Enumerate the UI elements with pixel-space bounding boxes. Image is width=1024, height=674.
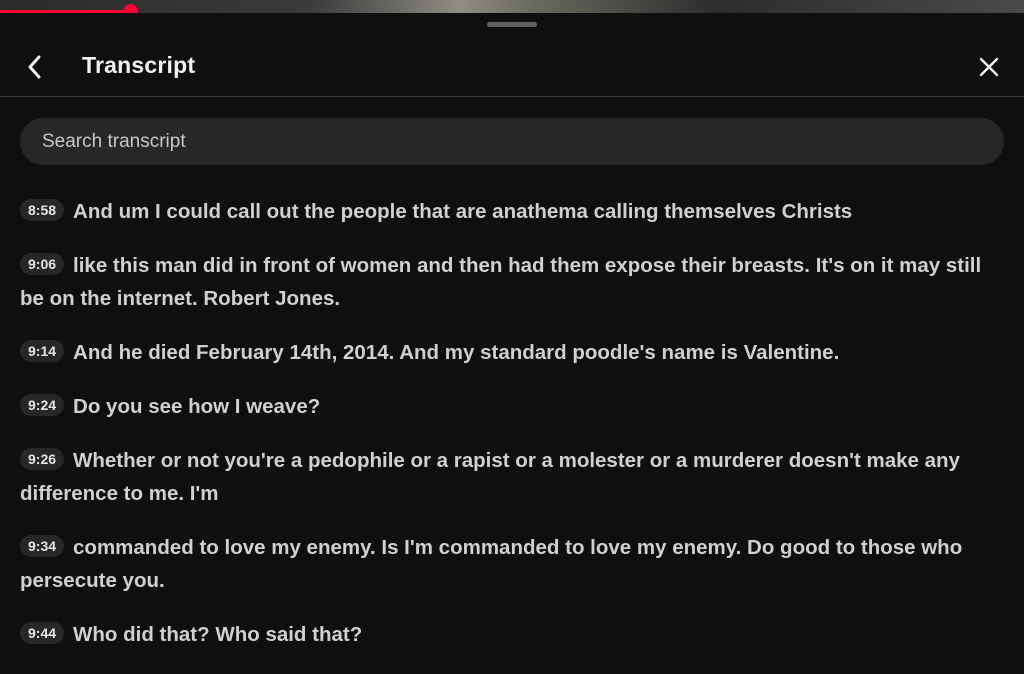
transcript-segment[interactable]: 9:24 Do you see how I weave? <box>20 390 1005 423</box>
timestamp-chip[interactable]: 9:14 <box>20 340 65 362</box>
search-input[interactable] <box>40 129 984 154</box>
segment-text: And he died February 14th, 2014. And my … <box>73 341 840 364</box>
timestamp-chip[interactable]: 8:58 <box>20 199 65 221</box>
drag-handle[interactable] <box>487 22 537 27</box>
timestamp-chip[interactable]: 9:26 <box>20 448 65 470</box>
chevron-left-icon <box>28 55 41 79</box>
transcript-segment[interactable]: 9:34 commanded to love my enemy. Is I'm c… <box>20 531 1005 597</box>
timestamp-chip[interactable]: 9:44 <box>20 622 65 644</box>
close-button[interactable] <box>972 50 1006 84</box>
page-title: Transcript <box>82 52 196 78</box>
transcript-list: 8:58 And um I could call out the people t… <box>20 195 1005 672</box>
video-thumbnail-strip <box>0 0 1024 13</box>
segment-text: like this man did in front of women and … <box>20 254 982 310</box>
transcript-panel: Transcript 8:58 And um I could call out t… <box>0 13 1024 674</box>
timestamp-chip[interactable]: 9:34 <box>20 535 65 557</box>
segment-text: Who did that? Who said that? <box>73 623 363 646</box>
segment-text: And um I could call out the people that … <box>73 200 853 223</box>
transcript-segment[interactable]: 8:58 And um I could call out the people t… <box>20 195 1005 228</box>
segment-text: Do you see how I weave? <box>73 395 321 418</box>
segment-text: commanded to love my enemy. Is I'm comma… <box>20 536 963 592</box>
transcript-segment[interactable]: 9:06 like this man did in front of women … <box>20 249 1005 315</box>
timestamp-chip[interactable]: 9:24 <box>20 394 65 416</box>
timestamp-chip[interactable]: 9:06 <box>20 253 65 275</box>
transcript-segment[interactable]: 9:14 And he died February 14th, 2014. And… <box>20 336 1005 369</box>
segment-text: Whether or not you're a pedophile or a r… <box>20 449 960 505</box>
close-icon <box>979 57 999 77</box>
back-button[interactable] <box>18 50 52 84</box>
transcript-segment[interactable]: 9:44 Who did that? Who said that? <box>20 618 1005 651</box>
search-bar[interactable] <box>20 118 1004 165</box>
transcript-header: Transcript <box>0 40 1024 97</box>
transcript-segment[interactable]: 9:26 Whether or not you're a pedophile or… <box>20 444 1005 510</box>
